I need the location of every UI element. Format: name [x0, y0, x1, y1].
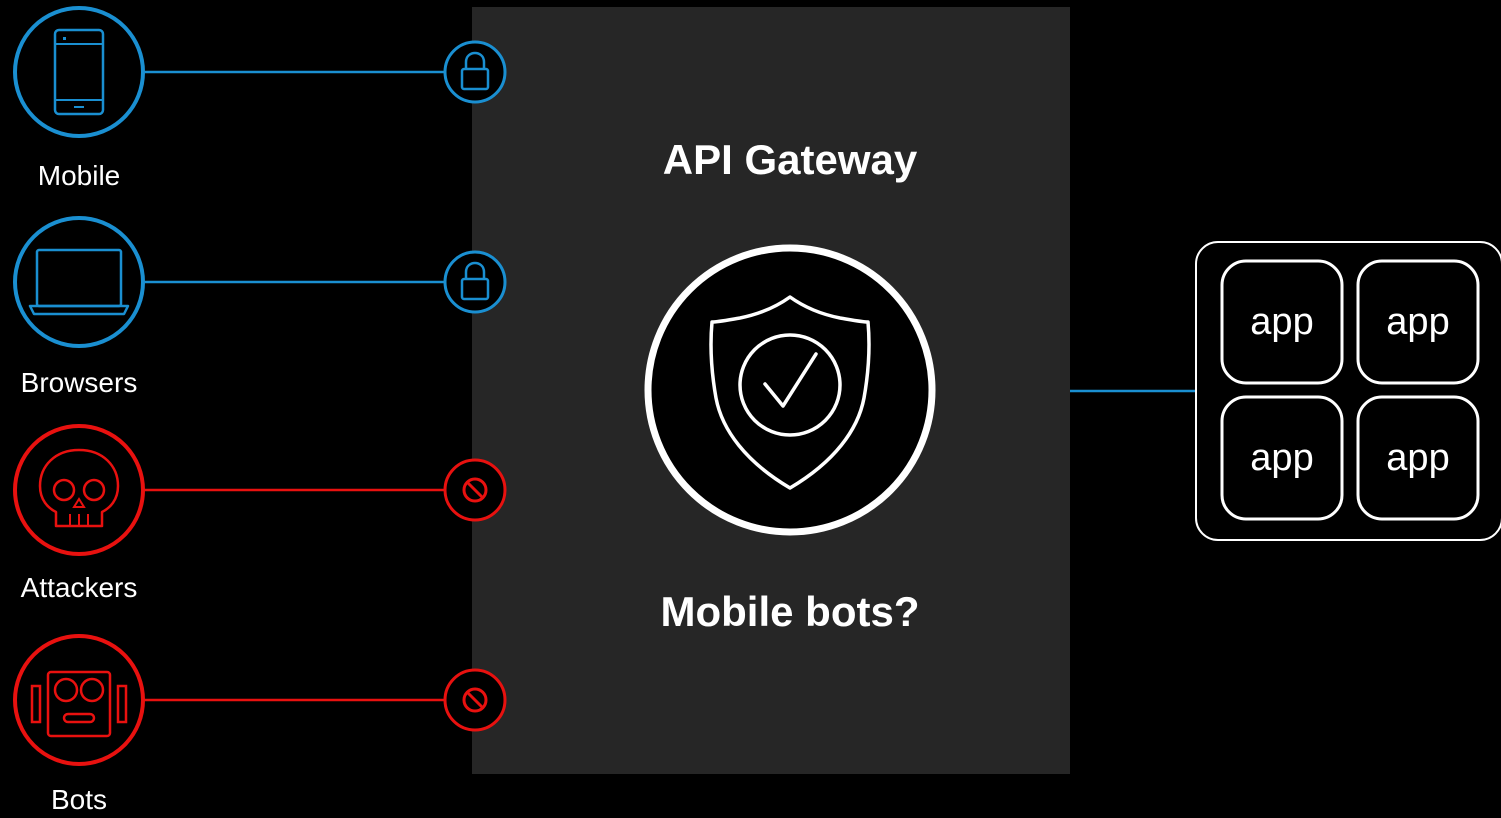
blocked-icon: [443, 458, 507, 522]
app-tile: app: [1250, 301, 1314, 343]
mobile-phone-icon: [13, 6, 145, 138]
client-label-bots: Bots: [50, 784, 108, 815]
client-label-attackers: Attackers: [20, 572, 138, 603]
app-tile: app: [1250, 437, 1314, 479]
laptop-icon: [13, 216, 145, 348]
lock-icon: [443, 250, 507, 314]
blocked-icon: [443, 668, 507, 732]
client-label-browsers: Browsers: [20, 367, 138, 398]
client-label-mobile: Mobile: [37, 160, 121, 191]
robot-icon: [13, 634, 145, 766]
app-tile: app: [1386, 301, 1450, 343]
shield-check-icon: [644, 244, 936, 536]
lock-icon: [443, 40, 507, 104]
gateway-title: API Gateway: [662, 136, 918, 183]
skull-icon: [13, 424, 145, 556]
gateway-question: Mobile bots?: [660, 588, 920, 635]
app-tile: app: [1386, 437, 1450, 479]
